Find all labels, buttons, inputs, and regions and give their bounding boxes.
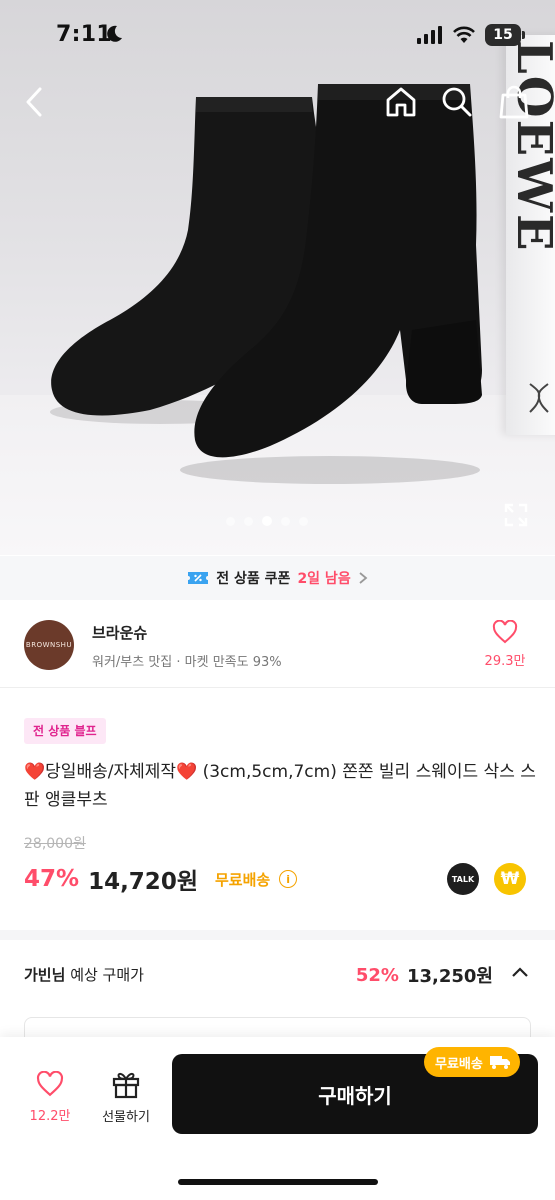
- truck-icon: [489, 1056, 510, 1069]
- free-shipping-label: 무료배송: [214, 870, 271, 889]
- heart-icon: [36, 1070, 64, 1097]
- signal-icon: [417, 26, 442, 44]
- carousel-dot[interactable]: [281, 516, 290, 526]
- heart-icon: [492, 619, 518, 644]
- expand-icon[interactable]: [503, 502, 529, 528]
- seller-info[interactable]: BROWNSHU 브라운슈 워커/부츠 맛집 · 마켓 만족도 93% 29.3…: [0, 600, 555, 688]
- back-button[interactable]: [14, 82, 54, 122]
- gift-button[interactable]: 선물하기: [92, 1069, 160, 1125]
- free-shipping-badge-label: 무료배송: [435, 1056, 483, 1072]
- product-image-carousel[interactable]: LOEWE 7:11 15: [0, 0, 555, 555]
- home-button[interactable]: [381, 82, 421, 122]
- coupon-label: 전 상품 쿠폰: [216, 571, 291, 587]
- search-icon: [442, 87, 472, 117]
- sale-price: 14,720원: [88, 869, 198, 895]
- pay-button[interactable]: ₩: [494, 863, 526, 895]
- carousel-indicator: [226, 516, 308, 526]
- promo-tag: 전 상품 블프: [24, 718, 106, 744]
- expected-price: 13,250원: [406, 966, 493, 987]
- product-title: ❤️당일배송/자체제작❤️ (3cm,5cm,7cm) 쫀쫀 빌리 스웨이드 삭…: [24, 762, 536, 810]
- carousel-dot[interactable]: [244, 516, 253, 526]
- coupon-banner[interactable]: 전 상품 쿠폰 2일 남음: [0, 556, 555, 600]
- seller-like-count: 29.3만: [484, 654, 526, 669]
- like-button[interactable]: 12.2만: [22, 1070, 78, 1124]
- shopping-bag-icon: [499, 85, 529, 119]
- carousel-dot[interactable]: [226, 516, 235, 526]
- section-divider: [0, 930, 555, 940]
- carousel-dot-active[interactable]: [262, 516, 272, 526]
- original-price: 28,000원: [24, 836, 86, 852]
- expected-discount: 52%: [355, 964, 399, 986]
- status-bar: 7:11 15: [0, 0, 555, 72]
- seller-like-button[interactable]: 29.3만: [477, 619, 533, 669]
- like-count: 12.2만: [29, 1109, 71, 1124]
- chevron-right-icon: [359, 572, 368, 584]
- price-row: 47% 14,720원 무료배송 i: [24, 862, 298, 896]
- gift-label: 선물하기: [102, 1110, 150, 1125]
- coupon-icon: [188, 572, 209, 584]
- search-button[interactable]: [437, 82, 477, 122]
- user-name: 가빈님: [24, 966, 66, 984]
- seller-name[interactable]: 브라운슈: [92, 622, 147, 643]
- expected-price-row[interactable]: 가빈님 예상 구매가 52% 13,250원: [0, 940, 555, 1010]
- expected-price-label: 예상 구매가: [70, 966, 144, 984]
- chevron-up-icon[interactable]: [511, 966, 529, 978]
- discount-rate: 47%: [24, 866, 80, 892]
- home-indicator: [178, 1179, 378, 1185]
- bottom-action-bar: 12.2만 선물하기 구매하기 무료배송: [0, 1037, 555, 1200]
- coupon-remaining: 2일 남음: [297, 571, 351, 587]
- wifi-icon: [453, 26, 475, 43]
- moon-icon: [107, 25, 122, 42]
- kakao-talk-button[interactable]: TALK: [447, 863, 479, 895]
- seller-description: 워커/부츠 맛집 · 마켓 만족도 93%: [92, 655, 282, 670]
- battery-indicator: 15: [485, 24, 525, 46]
- expected-label: 가빈님 예상 구매가: [24, 964, 144, 985]
- seller-logo[interactable]: BROWNSHU: [24, 620, 74, 670]
- info-icon[interactable]: i: [279, 870, 298, 888]
- gift-icon: [112, 1072, 140, 1099]
- cart-button[interactable]: [494, 82, 534, 122]
- home-icon: [386, 87, 416, 117]
- chevron-left-icon: [26, 87, 42, 117]
- carousel-dot[interactable]: [299, 516, 308, 526]
- free-shipping-badge: 무료배송: [424, 1047, 520, 1077]
